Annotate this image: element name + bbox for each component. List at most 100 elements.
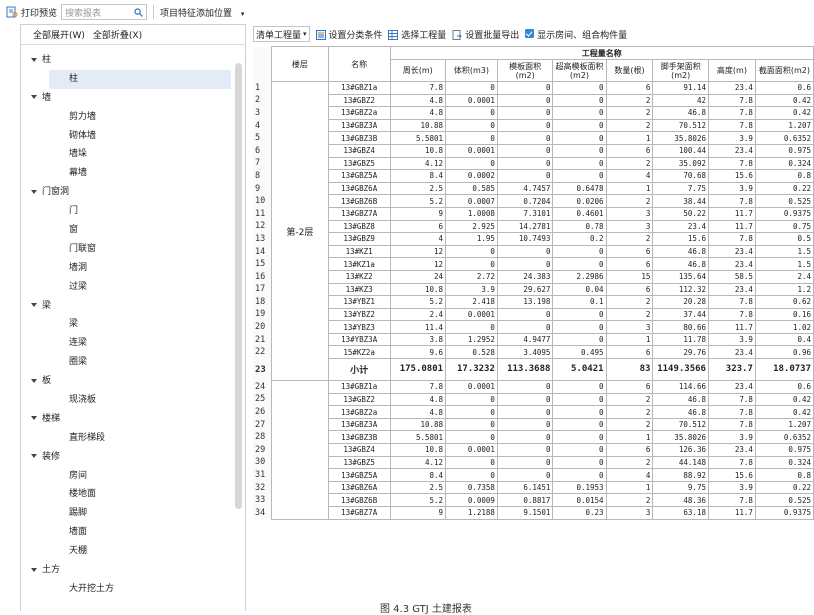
quantity-cell: 23.4	[707, 244, 756, 259]
tree-item[interactable]: 直形梯段	[21, 429, 235, 448]
quantity-cell: 10.88	[389, 417, 447, 432]
table-row[interactable]: 1 第-2层 13#GBZ1a 7.8 0 0 0 6 91.14 23.4 0.6	[253, 80, 814, 382]
expand-triangle-icon[interactable]	[31, 95, 37, 100]
tree-item[interactable]: 连梁	[21, 334, 235, 353]
table-row[interactable]: 20 13#YBZ3 11.4 0 0 0 3 80.66 11.7 1.02	[253, 320, 814, 334]
table-row[interactable]: 26 13#GBZ2a 4.8 0 0 0 2 46.8 7.8 0.42	[253, 405, 814, 419]
tree-item[interactable]: 大开挖土方	[21, 580, 235, 599]
tree-item[interactable]: 墙洞	[21, 259, 235, 278]
tree-item[interactable]: 梁	[21, 297, 235, 316]
component-name: 13#KZ1	[327, 244, 391, 259]
table-row[interactable]: 17 13#KZ3 10.8 3.9 29.627 0.04 6 112.32 23.4 1.2	[253, 282, 814, 297]
tree-item[interactable]: 梁	[21, 315, 235, 334]
table-row[interactable]: 6 13#GBZ4 10.8 0.0001 0 0 6 100.44 23.4 0.975	[253, 143, 814, 158]
row-number: 8	[253, 169, 273, 183]
table-row[interactable]: 25 13#GBZ2 4.8 0 0 0 2 46.8 7.8 0.42	[253, 392, 814, 407]
quantity-cell: 135.64	[652, 269, 709, 284]
set-class-button[interactable]: 设置分类条件	[315, 28, 382, 41]
table-row[interactable]: 5 13#GBZ3B 5.5801 0 0 0 1 35.8026 3.9 0.6352	[253, 131, 814, 145]
tree-item[interactable]: 柱	[21, 51, 235, 70]
table-row[interactable]: 22 15#KZ2a 9.6 0.528 3.4095 0.495 6 29.76 23.4 0.…	[253, 345, 814, 360]
tree-item[interactable]: 房间	[21, 467, 235, 486]
expand-triangle-icon[interactable]	[31, 378, 37, 383]
quantity-cell: 14.2781	[496, 219, 554, 234]
table-row[interactable]: 2 13#GBZ2 4.8 0.0001 0 0 2 42 7.8 0.42	[253, 93, 814, 108]
tree-item[interactable]: 门	[21, 202, 235, 221]
tree-item[interactable]: 墙	[21, 89, 235, 108]
table-row[interactable]: 30 13#GBZ5 4.12 0 0 0 2 44.148 7.8 0.324	[253, 455, 814, 470]
table-row[interactable]: 18 13#YBZ1 5.2 2.418 13.198 0.1 2 20.28 7.8 0.62	[253, 295, 814, 309]
table-row[interactable]: 13 13#GBZ9 4 1.95 10.7493 0.2 2 15.6 7.8 0.5	[253, 232, 814, 246]
quantity-cell: 12	[389, 257, 447, 271]
table-row[interactable]: 24 13#GBZ1a 7.8 0.0001 0 0 6 114.66 23.4 0.6	[253, 380, 814, 520]
tree-item[interactable]: 窗	[21, 221, 235, 240]
tree-item[interactable]: 土方	[21, 561, 235, 580]
quantity-cell: 70.512	[652, 118, 709, 133]
collapse-all-button[interactable]: 全部折叠(X)	[93, 28, 142, 41]
floor-cell	[271, 380, 329, 520]
select-quantity-button[interactable]: 选择工程量	[388, 28, 446, 41]
table-row[interactable]: 15 13#KZ1a 12 0 0 0 6 46.8 23.4 1.5	[253, 257, 814, 271]
expand-triangle-icon[interactable]	[31, 303, 37, 308]
table-row[interactable]: 32 13#GBZ6A 2.5 0.7358 6.1451 0.1953 1 9.75 3.9 0…	[253, 480, 814, 495]
print-preview-button[interactable]: 打印预览	[6, 6, 57, 19]
quantity-cell: 0.0001	[445, 93, 498, 108]
table-row[interactable]: 10 13#GBZ6B 5.2 0.0007 0.7204 0.0206 2 38.44 7.8…	[253, 194, 814, 208]
tree-item[interactable]: 门联窗	[21, 240, 235, 259]
tree-item[interactable]: 墙面	[21, 523, 235, 542]
table-row[interactable]: 34 13#GBZ7A 9 1.2188 9.1501 0.23 3 63.18 11.7 0.9…	[253, 506, 814, 520]
tree-item[interactable]: 砌体墙	[21, 127, 235, 146]
table-row[interactable]: 7 13#GBZ5 4.12 0 0 0 2 35.092 7.8 0.324	[253, 156, 814, 171]
tree-item[interactable]: 踢脚	[21, 504, 235, 523]
table-row[interactable]: 12 13#GBZ8 6 2.925 14.2781 0.78 3 23.4 11.7 0.75	[253, 219, 814, 234]
table-row[interactable]: 14 13#KZ1 12 0 0 0 6 46.8 23.4 1.5	[253, 244, 814, 259]
tree-item[interactable]: 柱	[49, 69, 231, 89]
table-row[interactable]: 27 13#GBZ3A 10.88 0 0 0 2 70.512 7.8 1.207	[253, 417, 814, 432]
table-row[interactable]: 29 13#GBZ4 10.8 0.0001 0 0 6 126.36 23.4 0.975	[253, 443, 814, 457]
table-row[interactable]: 28 13#GBZ3B 5.5801 0 0 0 1 35.8026 3.9 0.6352	[253, 430, 814, 445]
table-row[interactable]: 3 13#GBZ2a 4.8 0 0 0 2 46.8 7.8 0.42	[253, 106, 814, 120]
batch-export-button[interactable]: 设置批量导出	[452, 28, 519, 41]
report-search-input[interactable]: 搜索报表	[61, 4, 148, 20]
quantity-cell: 11.78	[652, 332, 709, 347]
tree-item[interactable]: 装修	[21, 448, 235, 467]
tree-item[interactable]: 天棚	[21, 542, 235, 561]
tree-item[interactable]: 墙垛	[21, 145, 235, 164]
tree-item[interactable]: 门窗洞	[21, 183, 235, 202]
quantity-cell: 0	[445, 118, 498, 133]
tree-item[interactable]: 板	[21, 372, 235, 391]
expand-triangle-icon[interactable]	[31, 454, 37, 459]
tree-scrollbar[interactable]	[235, 63, 242, 509]
quantity-cell: 0.0009	[445, 493, 498, 507]
tree-item[interactable]: 圈梁	[21, 353, 235, 372]
add-position-dropdown[interactable]: 项目特征添加位置 ▾	[160, 6, 244, 19]
tree-item-label: 连梁	[69, 338, 88, 349]
expand-triangle-icon[interactable]	[31, 416, 37, 421]
table-row[interactable]: 9 13#GBZ6A 2.5 0.585 4.7457 0.6478 1 7.75 3.9 0.2…	[253, 181, 814, 196]
table-row[interactable]: 31 13#GBZ5A 8.4 0 0 0 4 88.92 15.6 0.8	[253, 468, 814, 482]
tree-item[interactable]: 过梁	[21, 278, 235, 297]
tree-item[interactable]: 楼梯	[21, 410, 235, 429]
subtotal-row[interactable]: 23 小计 175.0801 17.3232 113.3688 5.0421 83 1149.…	[253, 358, 814, 382]
table-row[interactable]: 19 13#YBZ2 2.4 0.0001 0 0 2 37.44 7.8 0.16	[253, 307, 814, 322]
table-row[interactable]: 21 13#YBZ3A 3.8 1.2952 4.9477 0 1 11.78 3.9 0.4	[253, 332, 814, 347]
tree-item[interactable]: 现浇板	[21, 391, 235, 410]
table-row[interactable]: 33 13#GBZ6B 5.2 0.0009 0.8817 0.0154 2 48.36 7.8…	[253, 493, 814, 507]
table-row[interactable]: 16 13#KZ2 24 2.72 24.383 2.2986 15 135.64 58.5 2.…	[253, 269, 814, 284]
tree-item[interactable]: 剪力墙	[21, 108, 235, 127]
quantity-cell: 0.78	[552, 219, 607, 234]
expand-triangle-icon[interactable]	[31, 57, 37, 62]
quantity-cell: 9	[389, 206, 447, 221]
table-row[interactable]: 11 13#GBZ7A 9 1.0008 7.3101 0.4601 3 50.22 11.7 0…	[253, 206, 814, 221]
show-rooms-checkbox[interactable]: 显示房间、组合构件量	[525, 28, 627, 41]
tree-item-label: 直形梯段	[69, 432, 106, 443]
expand-all-button[interactable]: 全部展开(W)	[33, 28, 85, 41]
table-row[interactable]: 4 13#GBZ3A 10.88 0 0 0 2 70.512 7.8 1.207	[253, 118, 814, 133]
expand-triangle-icon[interactable]	[31, 189, 37, 194]
quantity-cell: 0	[445, 131, 498, 145]
report-type-select[interactable]: 清单工程量 ▾	[253, 26, 310, 42]
table-row[interactable]: 8 13#GBZ5A 8.4 0.0002 0 0 4 70.68 15.6 0.8	[253, 169, 814, 183]
tree-item[interactable]: 楼地面	[21, 485, 235, 504]
expand-triangle-icon[interactable]	[31, 567, 37, 572]
tree-item[interactable]: 幕墙	[21, 164, 235, 183]
